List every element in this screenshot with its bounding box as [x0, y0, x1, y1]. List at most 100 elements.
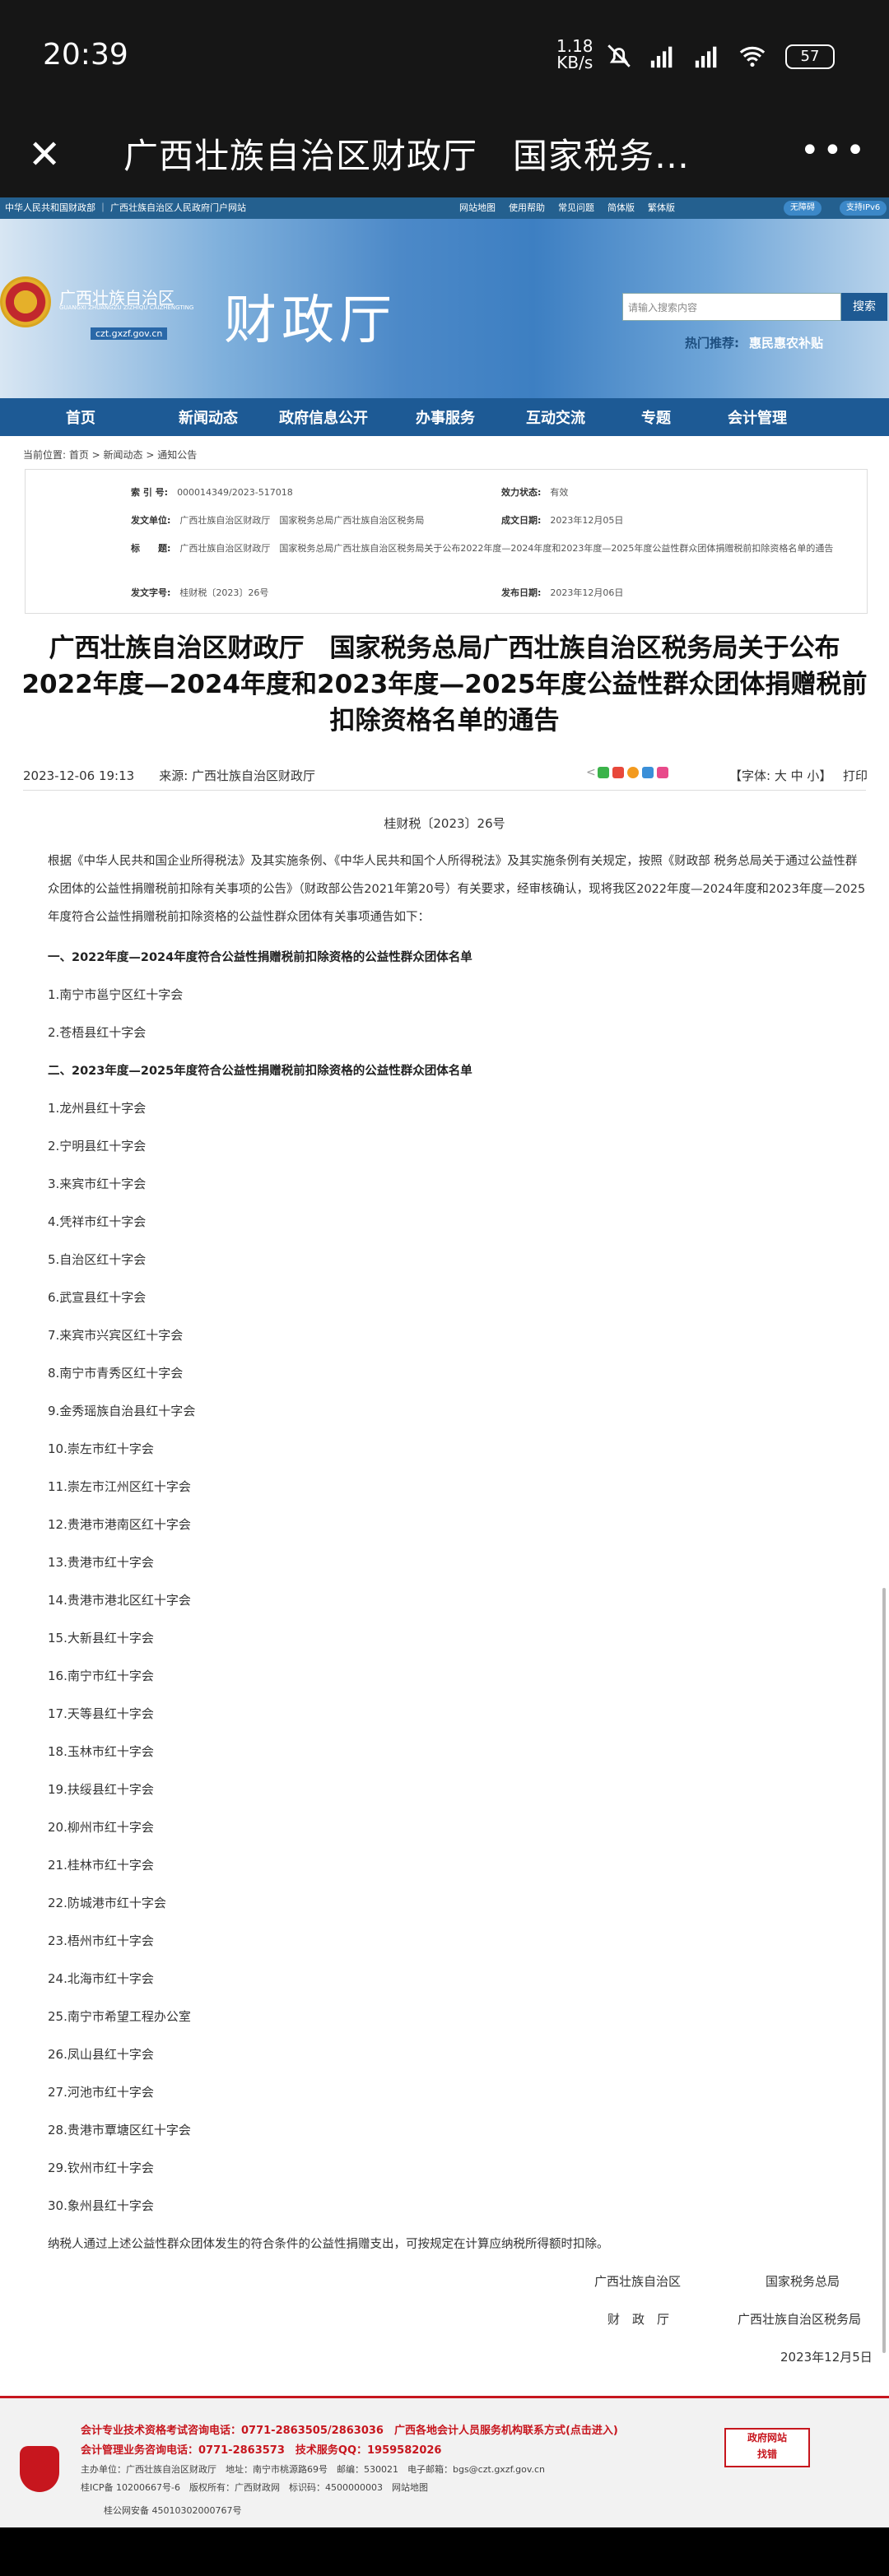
breadcrumb[interactable]: 当前位置: 首页 > 新闻动态 > 通知公告 [23, 448, 197, 462]
page-title: 广西壮族自治区财政厅 国家税务… [123, 136, 691, 176]
meta-unit: 发文单位: 广西壮族自治区财政厅 国家税务总局广西壮族自治区税务局 [131, 515, 425, 526]
list-item: 27.河池市红十字会 [48, 2085, 154, 2100]
list-item: 1.龙州县红十字会 [48, 1101, 147, 1116]
share-bar: < [586, 767, 668, 778]
article-dateline: 2023-12-06 19:13 来源: 广西壮族自治区财政厅 [23, 768, 316, 783]
status-bar: 20:39 1.18 KB/s 57 [0, 0, 889, 115]
site-header: 广西壮族自治区 GUANGXI ZHUANGZU ZIZHIQU CAIZHEN… [0, 219, 889, 398]
battery-icon: 57 [785, 44, 835, 69]
scrollbar[interactable] [882, 1588, 886, 2353]
footer-accounting-hotline: 会计管理业务咨询电话：0771-2863573 技术服务QQ：195958202… [81, 2444, 442, 2457]
top-right-links: 网站地图 使用帮助 常见问题 简体版 繁体版 [459, 197, 675, 219]
list-item: 22.防城港市红十字会 [48, 1896, 166, 1910]
status-icons [605, 39, 768, 72]
nav-news[interactable]: 新闻动态 [161, 406, 255, 428]
weibo-icon[interactable] [612, 767, 624, 778]
list-item: 23.梧州市红十字会 [48, 1933, 154, 1948]
top-left-links[interactable]: 中华人民共和国财政部 ｜ 广西壮族自治区人民政府门户网站 [5, 197, 246, 219]
list-item: 20.柳州市红十字会 [48, 1820, 154, 1835]
list-item: 4.凭祥市红十字会 [48, 1214, 147, 1229]
hot-link[interactable]: 惠民惠农补贴 [749, 336, 823, 350]
footer-exam-hotline[interactable]: 会计专业技术资格考试咨询电话：0771-2863505/2863036 广西各地… [81, 2421, 618, 2437]
nav-topics[interactable]: 专题 [612, 406, 700, 428]
meta-pubdate: 发布日期: 2023年12月06日 [501, 587, 624, 598]
nav-home[interactable]: 首页 [0, 406, 161, 428]
list-item: 12.贵港市港南区红十字会 [48, 1517, 191, 1532]
search-input[interactable]: 请输入搜索内容 [622, 293, 841, 321]
close-icon[interactable]: ✕ [28, 135, 61, 174]
signature-2b: 广西壮族自治区税务局 [738, 2312, 862, 2327]
more-options-icon[interactable]: ••• [800, 132, 868, 169]
accessibility-button[interactable]: 无障碍 [784, 201, 822, 216]
signature-1a: 广西壮族自治区 [594, 2274, 682, 2289]
list-item: 10.崇左市红十字会 [48, 1441, 154, 1456]
nav-interaction[interactable]: 互动交流 [499, 406, 612, 428]
hot-recommend: 热门推荐: 惠民惠农补贴 [685, 336, 824, 350]
simplified-link[interactable]: 简体版 [607, 197, 635, 219]
signature-date: 2023年12月5日 [780, 2350, 873, 2365]
list-item: 13.贵港市红十字会 [48, 1555, 154, 1570]
document-number: 桂财税〔2023〕26号 [384, 816, 505, 831]
list-item: 29.钦州市红十字会 [48, 2161, 154, 2175]
traditional-link[interactable]: 繁体版 [648, 197, 675, 219]
list-item: 24.北海市红十字会 [48, 1971, 154, 1986]
list-item: 26.凤山县红十字会 [48, 2047, 154, 2062]
list-item: 1.南宁市邕宁区红十字会 [48, 987, 184, 1002]
list-item: 11.崇左市江州区红十字会 [48, 1479, 191, 1494]
site-logo-title: 财政厅 [224, 290, 397, 351]
national-emblem-icon [0, 276, 51, 327]
mute-icon [607, 44, 631, 67]
list-item: 30.象州县红十字会 [48, 2198, 154, 2213]
list-item: 16.南宁市红十字会 [48, 1669, 154, 1683]
share-icon[interactable]: < [586, 767, 596, 778]
signal-1-icon [650, 46, 673, 68]
signature-2a: 国家税务总局 [766, 2274, 840, 2289]
print-button[interactable]: 打印 [843, 767, 868, 784]
gov-website-error-finder[interactable]: 政府网站 找错 [724, 2428, 810, 2467]
header-url: czt.gxzf.gov.cn [91, 327, 168, 340]
meta-index: 索 引 号: 000014349/2023-517018 [131, 487, 293, 498]
list-item: 6.武宣县红十字会 [48, 1290, 147, 1305]
meta-info-box: 索 引 号: 000014349/2023-517018 效力状态: 有效 发文… [25, 469, 868, 614]
footer-icp[interactable]: 桂ICP备 10200667号-6 版权所有：广西财政网 标识码：4500000… [81, 2481, 428, 2494]
meta-docno: 发文字号: 桂财税〔2023〕26号 [131, 587, 269, 598]
nav-services[interactable]: 办事服务 [392, 406, 499, 428]
article-title: 广西壮族自治区财政厅 国家税务总局广西壮族自治区税务局关于公布2022年度—20… [21, 634, 868, 736]
list-item: 7.来宾市兴宾区红十字会 [48, 1328, 184, 1343]
list-item: 9.金秀瑶族自治县红十字会 [48, 1404, 196, 1418]
top-link-strip: 中华人民共和国财政部 ｜ 广西壮族自治区人民政府门户网站 网站地图 使用帮助 常… [0, 197, 889, 219]
section-heading-1: 一、2022年度—2024年度符合公益性捐赠税前扣除资格的公益性群众团体名单 [48, 951, 472, 964]
intro-paragraph: 根据《中华人民共和国企业所得税法》及其实施条例、《中华人民共和国个人所得税法》及… [48, 855, 866, 924]
party-emblem-icon [20, 2446, 59, 2492]
help-link[interactable]: 使用帮助 [509, 197, 545, 219]
closing-paragraph: 纳税人通过上述公益性群众团体发生的符合条件的公益性捐赠支出，可按规定在计算应纳税… [48, 2238, 609, 2251]
footer-police-record[interactable]: 桂公网安备 45010302000767号 [104, 2504, 241, 2517]
more-share-icon[interactable] [657, 767, 668, 778]
nav-info-public[interactable]: 政府信息公开 [255, 406, 392, 428]
list-item: 17.天等县红十字会 [48, 1706, 154, 1721]
sitemap-link[interactable]: 网站地图 [459, 197, 496, 219]
wechat-icon[interactable] [598, 767, 609, 778]
list-item: 5.自治区红十字会 [48, 1252, 147, 1267]
meta-title: 标 题: 广西壮族自治区财政厅 国家税务总局广西壮族自治区税务局关于公布2022… [131, 543, 834, 554]
list-item: 2.苍梧县红十字会 [48, 1025, 147, 1040]
section-heading-2: 二、2023年度—2025年度符合公益性捐赠税前扣除资格的公益性群众团体名单 [48, 1065, 472, 1078]
search-button[interactable]: 搜索 [841, 293, 887, 321]
app-title-bar: ✕ 广西壮族自治区财政厅 国家税务… ••• [0, 115, 889, 197]
signal-2-icon [695, 46, 717, 68]
system-nav-bar [0, 2527, 889, 2576]
list-item: 19.扶绥县红十字会 [48, 1782, 154, 1797]
divider [23, 790, 866, 791]
font-size-selector[interactable]: 【字体: 大 中 小】 [729, 767, 831, 784]
faq-link[interactable]: 常见问题 [558, 197, 594, 219]
nav-accounting[interactable]: 会计管理 [700, 406, 815, 428]
meta-date: 成文日期: 2023年12月05日 [501, 515, 624, 526]
list-item: 18.玉林市红十字会 [48, 1744, 154, 1759]
site-footer: 会计专业技术资格考试咨询电话：0771-2863505/2863036 广西各地… [0, 2396, 889, 2527]
list-item: 21.桂林市红十字会 [48, 1858, 154, 1873]
list-item: 25.南宁市希望工程办公室 [48, 2009, 191, 2024]
qzone-icon[interactable] [627, 767, 639, 778]
header-pinyin: GUANGXI ZHUANGZU ZIZHIQU CAIZHENGTING [59, 304, 194, 311]
wifi-icon [739, 46, 766, 67]
qq-icon[interactable] [642, 767, 654, 778]
